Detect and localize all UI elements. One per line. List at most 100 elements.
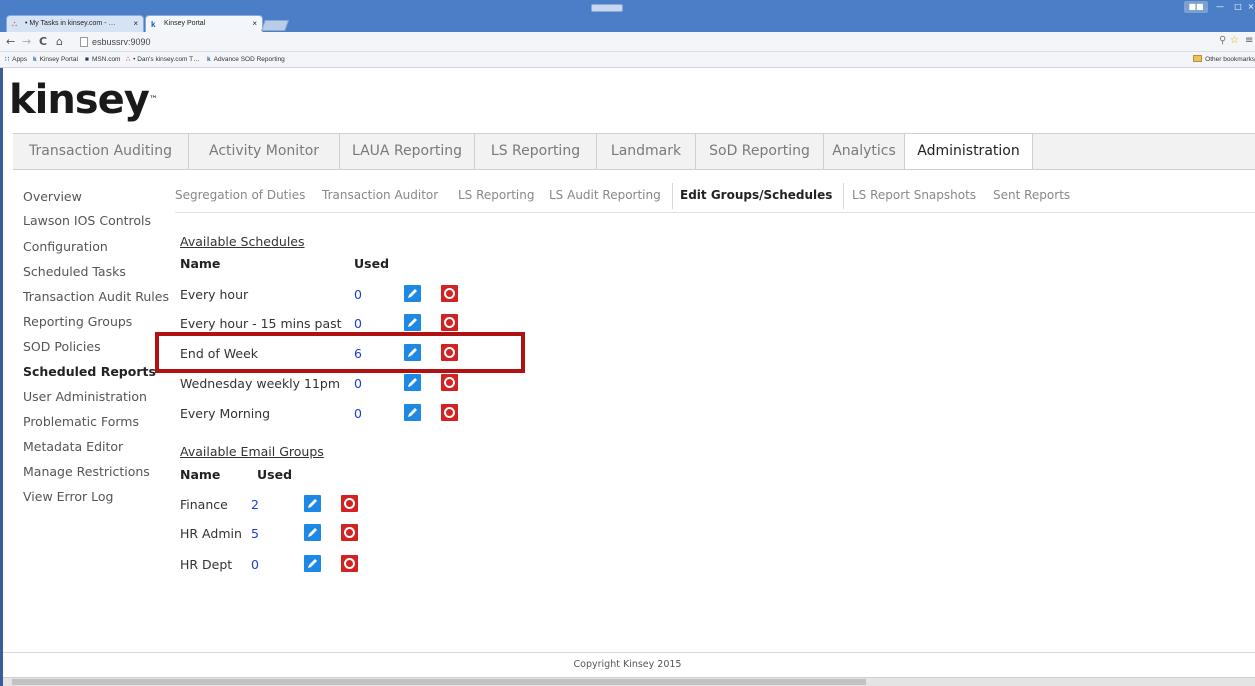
tab-laua-reporting[interactable]: LAUA Reporting: [340, 134, 475, 169]
tab-administration[interactable]: Administration: [905, 134, 1033, 169]
email-group-used-count[interactable]: 0: [251, 557, 259, 573]
reload-icon[interactable]: C: [39, 35, 47, 49]
sidebar-item-scheduled-tasks[interactable]: Scheduled Tasks: [23, 264, 126, 280]
subtab-ls-report-snapshots[interactable]: LS Report Snapshots: [852, 186, 976, 204]
delete-schedule-button[interactable]: [441, 374, 458, 391]
edit-schedule-button[interactable]: [404, 404, 421, 421]
edit-email-group-button[interactable]: [304, 524, 321, 541]
schedule-used-count[interactable]: 0: [354, 376, 362, 392]
tab-activity-monitor[interactable]: Activity Monitor: [189, 134, 340, 169]
tab-sod-reporting[interactable]: SoD Reporting: [696, 134, 824, 169]
menu-icon[interactable]: ≡: [1245, 35, 1253, 46]
close-icon[interactable]: ×: [252, 19, 257, 28]
bookmark-kinsey-portal[interactable]: k Kinsey Portal: [33, 55, 78, 65]
subtab-ls-reporting[interactable]: LS Reporting: [458, 186, 534, 204]
email-group-used-count[interactable]: 5: [251, 526, 259, 542]
schedule-used-count[interactable]: 0: [354, 316, 362, 332]
subtab-ls-audit-reporting[interactable]: LS Audit Reporting: [549, 186, 661, 204]
pencil-icon: [408, 378, 417, 387]
new-tab-button[interactable]: [260, 20, 290, 31]
browser-tab-kinsey-portal[interactable]: k Kinsey Portal ×: [145, 15, 263, 32]
sidebar-item-metadata-editor[interactable]: Metadata Editor: [23, 439, 123, 455]
schedules-name-header: Name: [180, 256, 221, 271]
sidebar-item-lawson-ios-controls[interactable]: Lawson IOS Controls: [23, 213, 151, 229]
subtab-transaction-auditor[interactable]: Transaction Auditor: [322, 186, 438, 204]
forward-icon[interactable]: →: [22, 35, 31, 49]
bookmark-label: Advance SOD Reporting: [213, 56, 285, 63]
sidebar-item-transaction-audit-rules[interactable]: Transaction Audit Rules: [23, 289, 169, 305]
close-icon[interactable]: ×: [133, 19, 138, 28]
window-drag-handle: [591, 4, 623, 12]
edit-schedule-button[interactable]: [404, 285, 421, 302]
tab-analytics[interactable]: Analytics: [824, 134, 905, 169]
bookmark-advance-sod[interactable]: k Advance SOD Reporting: [207, 55, 285, 65]
trademark: ™: [148, 95, 158, 105]
url-field[interactable]: esbussrv:9090: [80, 35, 1200, 49]
schedule-name: Every Morning: [180, 406, 271, 421]
email-group-used-count[interactable]: 2: [251, 497, 259, 513]
schedule-used-count[interactable]: 0: [354, 287, 362, 303]
pencil-icon: [308, 559, 317, 568]
sidebar-item-view-error-log[interactable]: View Error Log: [23, 489, 113, 505]
subtab-sent-reports[interactable]: Sent Reports: [993, 186, 1070, 204]
sidebar-item-problematic-forms[interactable]: Problematic Forms: [23, 414, 139, 430]
subtab-edit-groups-schedules[interactable]: Edit Groups/Schedules: [680, 186, 832, 204]
url-text: esbussrv:9090: [92, 37, 151, 47]
delete-email-group-button[interactable]: [341, 555, 358, 572]
bookmark-apps[interactable]: ∷ Apps: [5, 55, 27, 65]
other-bookmarks[interactable]: Other bookmarks: [1193, 54, 1255, 65]
edit-email-group-button[interactable]: [304, 555, 321, 572]
tab-label: • My Tasks in kinsey.com - …: [25, 20, 116, 27]
footer-copyright: Copyright Kinsey 2015: [573, 659, 682, 670]
email-group-name: Finance: [180, 497, 228, 512]
pencil-icon: [408, 289, 417, 298]
email-group-name: HR Dept: [180, 557, 233, 572]
pencil-icon: [308, 499, 317, 508]
delete-schedule-button[interactable]: [441, 404, 458, 421]
tab-transaction-auditing[interactable]: Transaction Auditing: [13, 134, 189, 169]
apps-grid-icon: ∷: [5, 56, 10, 63]
sidebar-item-configuration[interactable]: Configuration: [23, 239, 108, 255]
kinsey-icon: k: [151, 20, 156, 29]
other-bookmarks-label: Other bookmarks: [1205, 56, 1255, 63]
asana-icon: ∴: [126, 56, 131, 63]
sidebar-item-user-administration[interactable]: User Administration: [23, 389, 147, 405]
minimize-icon[interactable]: —: [1212, 1, 1228, 13]
schedules-title: Available Schedules: [180, 234, 305, 249]
delete-schedule-button[interactable]: [441, 314, 458, 331]
delete-email-group-button[interactable]: [341, 495, 358, 512]
edit-schedule-button[interactable]: [404, 374, 421, 391]
sidebar-item-scheduled-reports[interactable]: Scheduled Reports: [23, 364, 156, 380]
delete-schedule-button[interactable]: [441, 285, 458, 302]
address-bar: ← → C ⌂ esbussrv:9090 ⚲ ☆ ≡: [0, 32, 1255, 52]
kinsey-logo[interactable]: kinsey™: [9, 77, 158, 123]
home-icon[interactable]: ⌂: [56, 35, 63, 49]
browser-title-bar: ∴ • My Tasks in kinsey.com - … × k Kinse…: [0, 0, 1255, 32]
sidebar-item-manage-restrictions[interactable]: Manage Restrictions: [23, 464, 150, 480]
sidebar-item-overview[interactable]: Overview: [23, 189, 82, 205]
tab-ls-reporting[interactable]: LS Reporting: [475, 134, 597, 169]
profile-icon[interactable]: ■■: [1184, 1, 1208, 13]
back-icon[interactable]: ←: [6, 35, 15, 49]
folder-icon: [1193, 55, 1203, 62]
sidebar-item-reporting-groups[interactable]: Reporting Groups: [23, 314, 132, 330]
pencil-icon: [408, 408, 417, 417]
star-icon[interactable]: ☆: [1230, 35, 1239, 46]
delete-email-group-button[interactable]: [341, 524, 358, 541]
maximize-icon[interactable]: □: [1230, 1, 1246, 13]
tab-landmark[interactable]: Landmark: [597, 134, 696, 169]
browser-tab-my-tasks[interactable]: ∴ • My Tasks in kinsey.com - … ×: [6, 15, 144, 32]
close-window-icon[interactable]: ×: [1247, 1, 1255, 13]
edit-email-group-button[interactable]: [304, 495, 321, 512]
scrollbar-thumb[interactable]: [12, 679, 866, 685]
horizontal-scrollbar[interactable]: [3, 677, 1255, 686]
bookmark-label: Kinsey Portal: [39, 56, 78, 63]
sidebar-item-sod-policies[interactable]: SOD Policies: [23, 339, 101, 355]
bookmarks-bar: ∷ Apps k Kinsey Portal ■ MSN.com ∴ • Dan's k…: [0, 52, 1255, 68]
bookmark-dans-tasks[interactable]: ∴ • Dan's kinsey.com T…: [126, 55, 200, 65]
bookmark-msn[interactable]: ■ MSN.com: [85, 55, 120, 65]
subtab-segregation-of-duties[interactable]: Segregation of Duties: [175, 186, 305, 204]
zoom-icon[interactable]: ⚲: [1219, 35, 1226, 46]
schedule-used-count[interactable]: 0: [354, 406, 362, 422]
edit-schedule-button[interactable]: [404, 314, 421, 331]
